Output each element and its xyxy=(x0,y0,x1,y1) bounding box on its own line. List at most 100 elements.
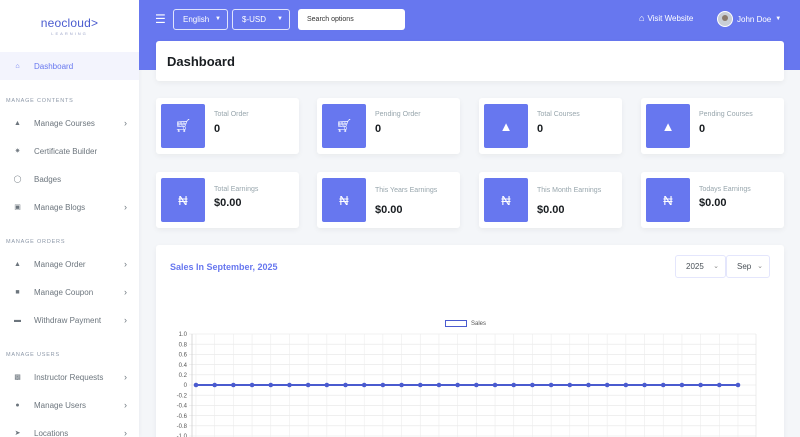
visit-website-link[interactable]: ⌂ Visit Website xyxy=(639,13,693,23)
y-tick-label: 0.8 xyxy=(179,342,188,348)
sales-data-point xyxy=(455,382,460,388)
certificate-icon: ✷ xyxy=(14,148,21,155)
currency-value: $-USD xyxy=(242,15,267,24)
cart-icon: 🛒︎ xyxy=(161,104,205,148)
stat-label: This Years Earnings xyxy=(375,187,438,194)
sidebar-item-label: Manage Coupon xyxy=(34,287,94,297)
sales-data-point xyxy=(324,382,330,388)
sidebar-item-label: Instructor Requests xyxy=(34,372,104,382)
sales-data-point xyxy=(287,382,292,388)
sidebar-item-label: Withdraw Payment xyxy=(34,315,102,325)
caret-down-icon: ▼ xyxy=(775,16,782,22)
sales-data-point xyxy=(268,382,274,388)
y-tick-label: 0.4 xyxy=(179,363,188,369)
hamburger-menu-icon[interactable]: ☰ xyxy=(155,12,166,26)
sales-data-point xyxy=(380,382,386,388)
chevron-right-icon: › xyxy=(124,287,127,297)
chevron-right-icon: › xyxy=(124,372,127,382)
sales-data-point xyxy=(623,382,629,388)
shopping-bag-icon: ▲ xyxy=(14,260,21,268)
sidebar-item-dashboard[interactable]: ⌂ Dashboard xyxy=(0,52,139,80)
sales-data-point xyxy=(474,382,479,388)
stat-label: Pending Order xyxy=(375,111,421,118)
search-placeholder: Search options xyxy=(307,16,354,23)
sales-data-point xyxy=(660,382,666,388)
sales-data-point xyxy=(679,382,685,388)
sidebar-item-label: Manage Order xyxy=(34,259,86,269)
users-icon: ● xyxy=(15,401,20,409)
sales-data-point xyxy=(698,382,703,388)
sidebar-item-label: Manage Blogs xyxy=(34,202,86,212)
sidebar-item-manage-coupon[interactable]: ■ Manage Coupon › xyxy=(0,278,139,306)
sales-data-point xyxy=(212,382,217,388)
stat-card-pending-order: 🛒︎ Pending Order 0 xyxy=(317,98,460,154)
stat-card-this-month-earnings: ₦ This Month Earnings $0.00 xyxy=(479,172,622,228)
naira-icon: ₦ xyxy=(161,178,205,222)
sidebar-item-locations[interactable]: ➤ Locations › xyxy=(0,419,139,437)
caret-down-icon: ▼ xyxy=(277,16,283,22)
chevron-right-icon: › xyxy=(124,202,127,212)
y-tick-label: -0.2 xyxy=(177,393,188,399)
stat-card-todays-earnings: ₦ Todays Earnings $0.00 xyxy=(641,172,784,228)
stat-value: 0 xyxy=(699,123,706,135)
naira-icon: ₦ xyxy=(322,178,366,222)
sidebar-item-manage-blogs[interactable]: ▣ Manage Blogs › xyxy=(0,193,139,221)
y-tick-label: -0.6 xyxy=(177,414,188,420)
sales-chart-card: Sales In September, 2025 2025 ⌄ Sep ⌄ Sa… xyxy=(156,245,784,437)
stat-label: Pending Courses xyxy=(699,111,753,118)
stat-value: $0.00 xyxy=(214,197,242,209)
sidebar-item-label: Badges xyxy=(34,174,62,184)
cart-icon: 🛒︎ xyxy=(322,104,366,148)
sales-data-point xyxy=(717,382,722,388)
stat-value: 0 xyxy=(537,123,544,135)
brand-tagline: LEARNING xyxy=(51,31,88,36)
sales-data-point xyxy=(305,382,311,388)
page-title-card: Dashboard xyxy=(156,41,784,81)
graduation-cap-icon: ▲ xyxy=(14,119,21,127)
sidebar-item-certificate-builder[interactable]: ✷ Certificate Builder xyxy=(0,137,139,165)
naira-icon: ₦ xyxy=(646,178,690,222)
sidebar-item-withdraw-payment[interactable]: ▬ Withdraw Payment › xyxy=(0,306,139,334)
y-tick-label: 0 xyxy=(184,383,188,389)
sales-data-point xyxy=(417,382,423,388)
sidebar-section-header: MANAGE ORDERS xyxy=(6,239,66,245)
ticket-icon: ■ xyxy=(15,288,20,296)
home-icon: ⌂ xyxy=(639,13,645,23)
avatar xyxy=(717,11,733,27)
sidebar-item-badges[interactable]: ◯ Badges xyxy=(0,165,139,193)
stat-card-pending-courses: ▲ Pending Courses 0 xyxy=(641,98,784,154)
user-menu[interactable]: John Doe ▼ xyxy=(717,11,781,27)
stat-label: Total Courses xyxy=(537,111,580,118)
sidebar-item-label: Manage Courses xyxy=(34,118,95,128)
sales-data-point xyxy=(249,382,255,388)
stat-value: 0 xyxy=(214,123,221,135)
stat-card-total-order: 🛒︎ Total Order 0 xyxy=(156,98,299,154)
sales-data-point xyxy=(642,382,647,388)
brand-logo[interactable]: neocloud> LEARNING xyxy=(0,0,139,52)
sidebar-item-manage-users[interactable]: ● Manage Users › xyxy=(0,391,139,419)
y-tick-label: -0.4 xyxy=(177,404,188,410)
sidebar-item-manage-courses[interactable]: ▲ Manage Courses › xyxy=(0,109,139,137)
language-select[interactable]: English ▼ xyxy=(173,9,228,30)
sales-data-point xyxy=(548,382,554,388)
chevron-right-icon: › xyxy=(124,428,127,437)
search-input[interactable]: Search options xyxy=(298,9,405,30)
sidebar: neocloud> LEARNING ⌂ Dashboard MANAGE CO… xyxy=(0,0,139,437)
y-tick-label: 1.0 xyxy=(179,332,188,338)
stat-value: $0.00 xyxy=(537,204,565,216)
sales-data-point xyxy=(586,382,591,388)
stat-card-this-years-earnings: ₦ This Years Earnings $0.00 xyxy=(317,172,460,228)
sales-data-point xyxy=(530,382,535,388)
currency-select[interactable]: $-USD ▼ xyxy=(232,9,290,30)
sales-data-point xyxy=(735,382,741,388)
user-name: John Doe xyxy=(737,14,772,24)
sales-data-point xyxy=(604,382,610,388)
sales-data-point xyxy=(231,382,236,388)
y-tick-label: 0.2 xyxy=(179,373,188,379)
sidebar-item-instructor-requests[interactable]: ▩ Instructor Requests › xyxy=(0,363,139,391)
sales-data-point xyxy=(361,382,367,388)
chevron-right-icon: › xyxy=(124,400,127,410)
sales-data-point xyxy=(399,382,404,388)
sales-data-point xyxy=(567,382,573,388)
sidebar-item-manage-order[interactable]: ▲ Manage Order › xyxy=(0,250,139,278)
